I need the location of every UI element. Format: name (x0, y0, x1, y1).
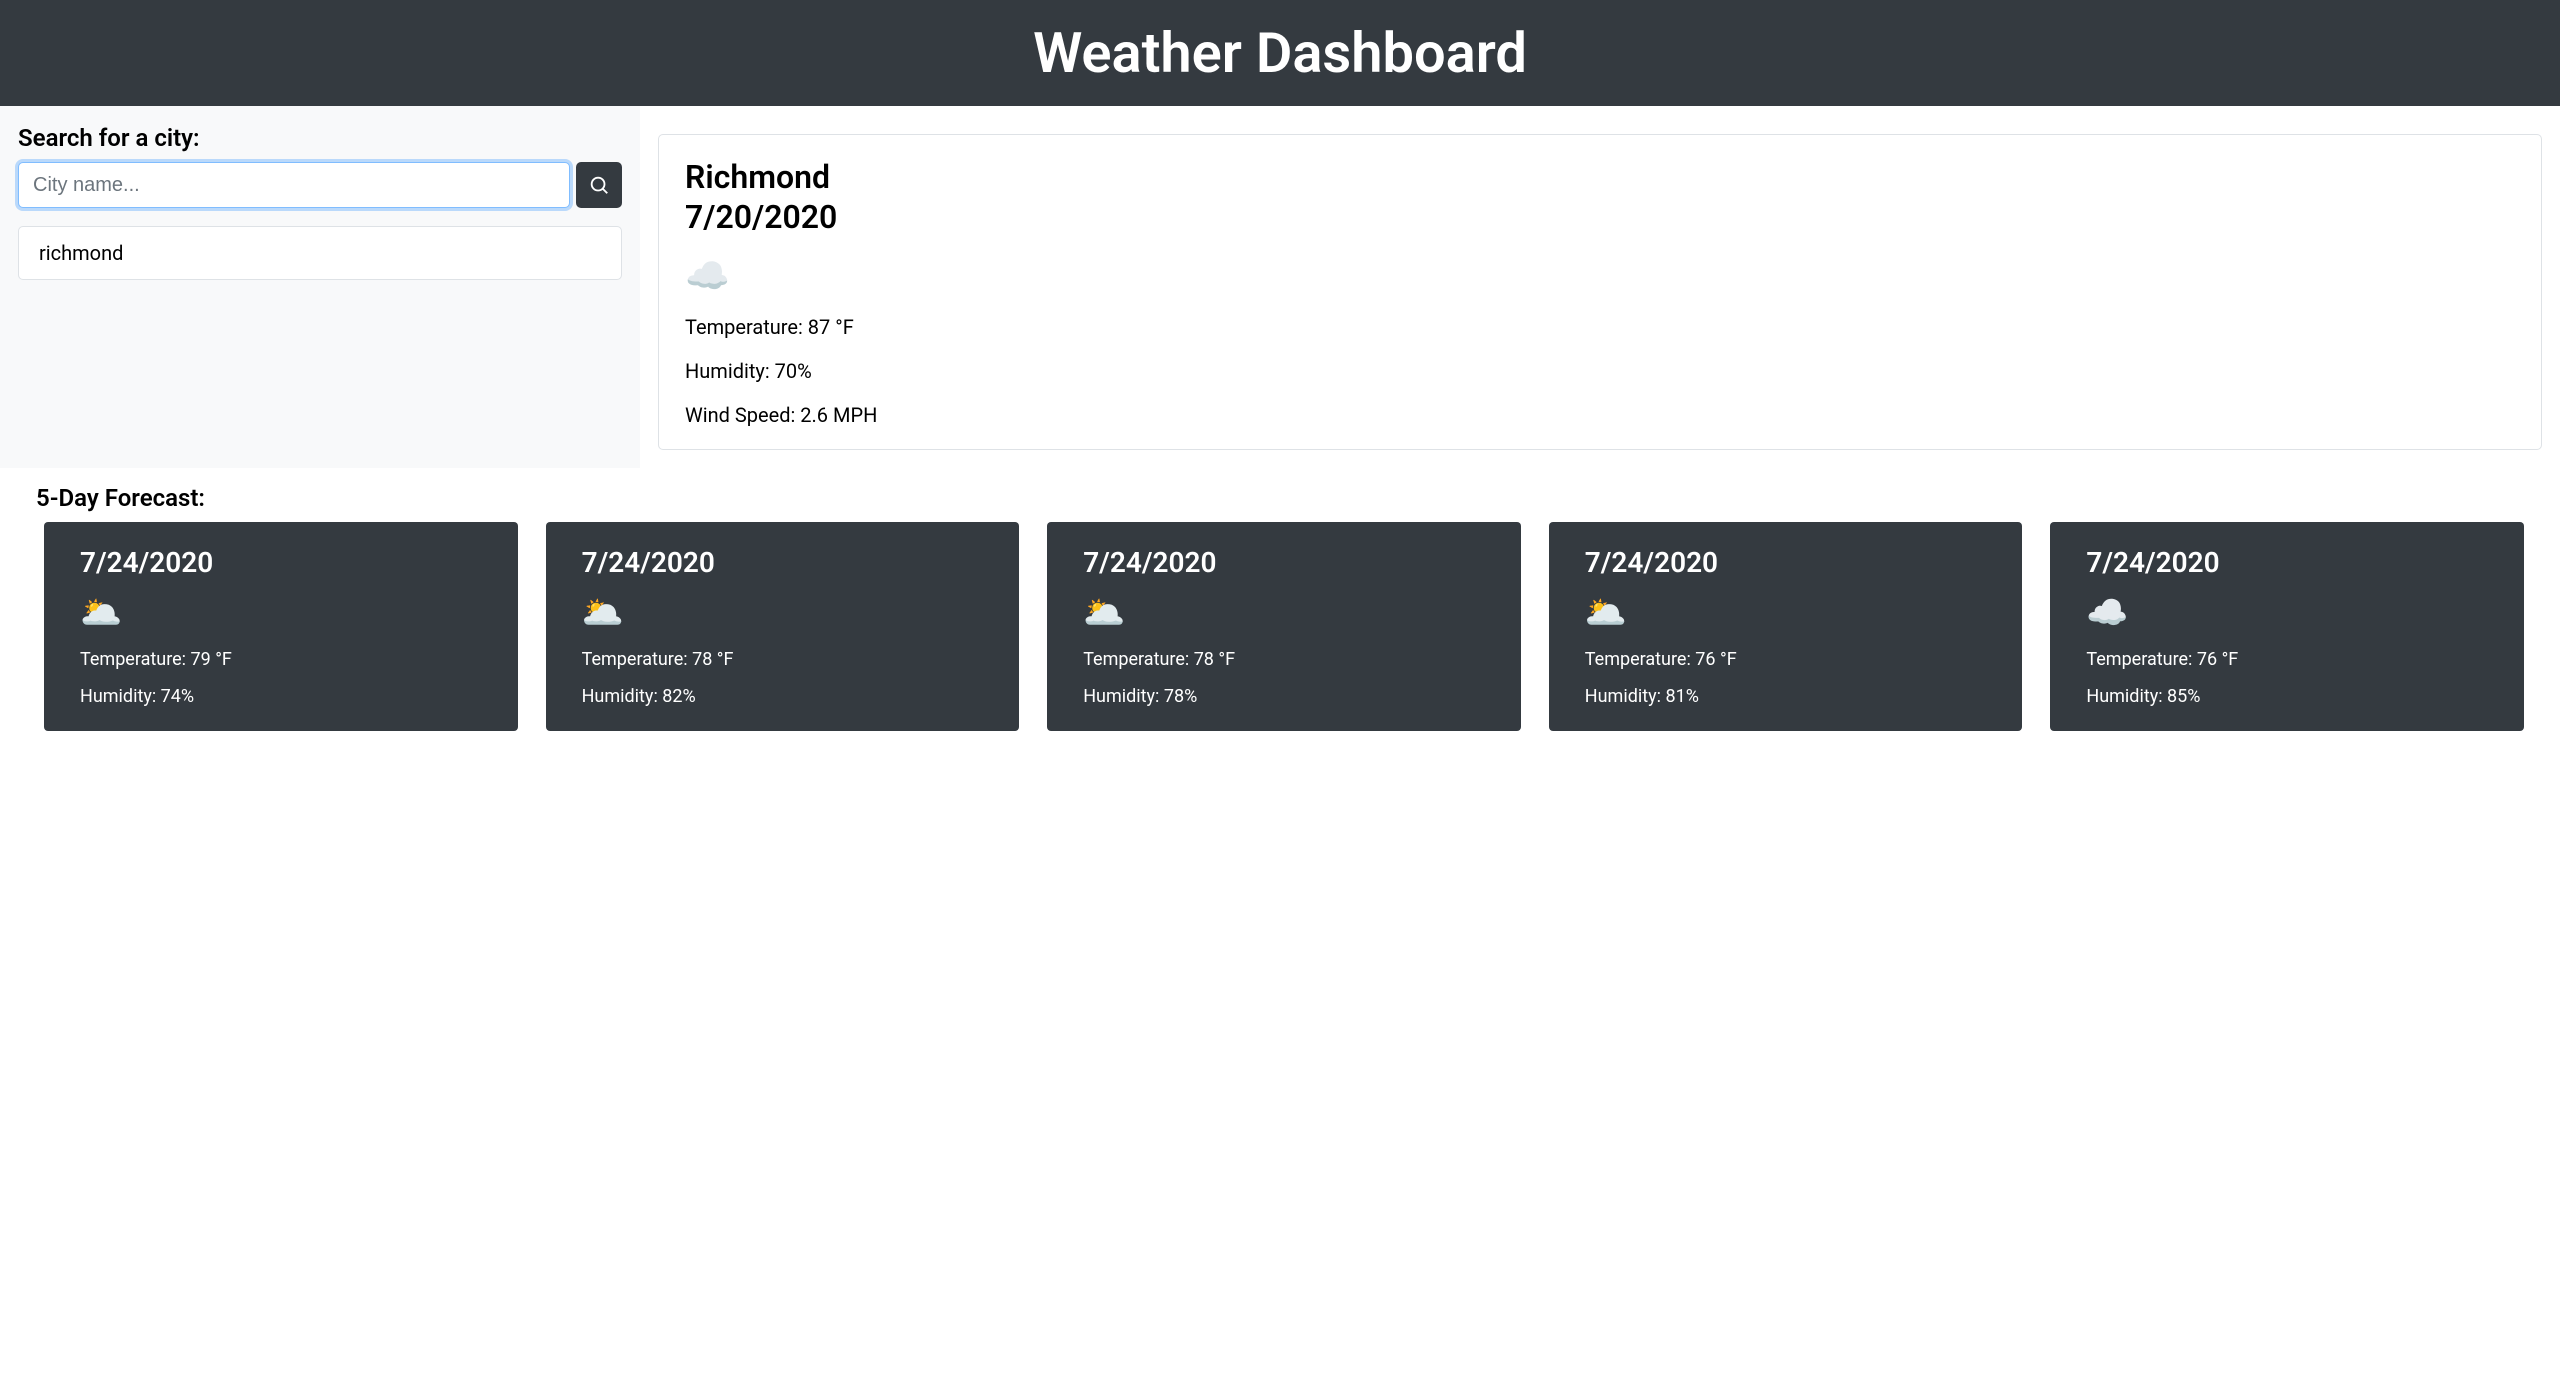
search-row (18, 162, 622, 208)
main-row: Search for a city: richmond Richmond 7/2… (0, 106, 2560, 468)
forecast-row: 7/24/2020 🌥️ Temperature: 79 °F Humidity… (36, 522, 2524, 731)
current-heading: Richmond 7/20/2020 (685, 157, 2515, 237)
forecast-temperature: Temperature: 76 °F (1585, 649, 1987, 670)
forecast-date: 7/24/2020 (1585, 546, 1987, 579)
content-area: Richmond 7/20/2020 ☁️ Temperature: 87 °F… (640, 106, 2560, 468)
forecast-humidity: Humidity: 82% (582, 686, 984, 707)
forecast-humidity: Humidity: 78% (1083, 686, 1485, 707)
forecast-card: 7/24/2020 🌥️ Temperature: 79 °F Humidity… (44, 522, 518, 731)
current-temperature: Temperature: 87 °F (685, 315, 2515, 339)
forecast-humidity: Humidity: 74% (80, 686, 482, 707)
forecast-heading: 5-Day Forecast: (36, 484, 2524, 512)
partly-cloudy-icon: 🌥️ (80, 593, 482, 633)
current-wind-speed: Wind Speed: 2.6 MPH (685, 403, 2515, 427)
forecast-date: 7/24/2020 (1083, 546, 1485, 579)
partly-cloudy-icon: 🌥️ (1585, 593, 1987, 633)
sidebar: Search for a city: richmond (0, 106, 640, 468)
cloud-icon: ☁️ (2086, 593, 2488, 633)
forecast-date: 7/24/2020 (2086, 546, 2488, 579)
current-weather-card: Richmond 7/20/2020 ☁️ Temperature: 87 °F… (658, 134, 2542, 450)
history-item-label: richmond (39, 241, 123, 265)
city-search-input[interactable] (18, 162, 570, 208)
forecast-section: 5-Day Forecast: 7/24/2020 🌥️ Temperature… (0, 468, 2560, 747)
forecast-date: 7/24/2020 (80, 546, 482, 579)
forecast-temperature: Temperature: 79 °F (80, 649, 482, 670)
history-item[interactable]: richmond (18, 226, 622, 280)
search-label: Search for a city: (18, 124, 622, 152)
forecast-temperature: Temperature: 78 °F (1083, 649, 1485, 670)
forecast-card: 7/24/2020 🌥️ Temperature: 78 °F Humidity… (1047, 522, 1521, 731)
forecast-card: 7/24/2020 ☁️ Temperature: 76 °F Humidity… (2050, 522, 2524, 731)
forecast-date: 7/24/2020 (582, 546, 984, 579)
page-title: Weather Dashboard (0, 20, 2560, 86)
forecast-temperature: Temperature: 76 °F (2086, 649, 2488, 670)
current-city: Richmond (685, 158, 830, 196)
forecast-card: 7/24/2020 🌥️ Temperature: 78 °F Humidity… (546, 522, 1020, 731)
forecast-humidity: Humidity: 81% (1585, 686, 1987, 707)
partly-cloudy-icon: 🌥️ (582, 593, 984, 633)
forecast-humidity: Humidity: 85% (2086, 686, 2488, 707)
current-date: 7/20/2020 (685, 198, 837, 236)
forecast-card: 7/24/2020 🌥️ Temperature: 76 °F Humidity… (1549, 522, 2023, 731)
cloud-icon: ☁️ (685, 255, 2515, 297)
search-icon (588, 174, 610, 196)
search-button[interactable] (576, 162, 622, 208)
partly-cloudy-icon: 🌥️ (1083, 593, 1485, 633)
forecast-temperature: Temperature: 78 °F (582, 649, 984, 670)
current-humidity: Humidity: 70% (685, 359, 2515, 383)
page-header: Weather Dashboard (0, 0, 2560, 106)
